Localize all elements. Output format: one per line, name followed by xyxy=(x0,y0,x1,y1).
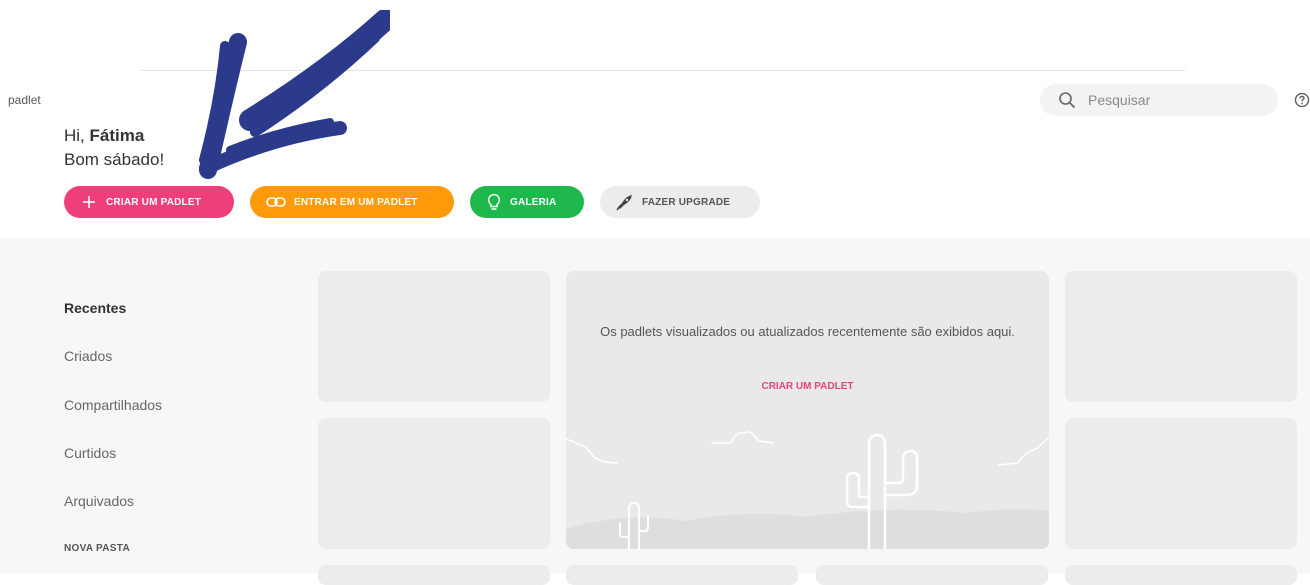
gallery-button[interactable]: GALERIA xyxy=(470,186,584,218)
help-icon[interactable] xyxy=(1294,92,1310,108)
rocket-icon xyxy=(616,195,632,211)
sidebar-item-recentes[interactable]: Recentes xyxy=(64,300,126,316)
link-icon xyxy=(266,197,286,207)
desert-illustration xyxy=(566,431,1049,549)
greeting-day: Bom sábado! xyxy=(64,150,165,169)
search-bar[interactable] xyxy=(1040,84,1278,116)
padlet-card-placeholder xyxy=(1065,565,1297,585)
sidebar-item-criados[interactable]: Criados xyxy=(64,348,112,364)
join-padlet-label: ENTRAR EM UM PADLET xyxy=(294,196,418,208)
padlet-logo[interactable]: padlet xyxy=(8,93,41,107)
search-input[interactable] xyxy=(1086,91,1270,109)
sidebar-item-arquivados[interactable]: Arquivados xyxy=(64,493,134,509)
upgrade-button[interactable]: FAZER UPGRADE xyxy=(600,186,760,218)
padlet-card-placeholder xyxy=(566,565,798,585)
create-padlet-button[interactable]: CRIAR UM PADLET xyxy=(64,186,234,218)
user-name: Fátima xyxy=(89,126,145,145)
plus-icon xyxy=(83,196,95,208)
padlet-card-placeholder xyxy=(1065,271,1297,402)
new-folder-button[interactable]: NOVA PASTA xyxy=(64,543,130,554)
empty-state-create-link[interactable]: CRIAR UM PADLET xyxy=(566,381,1049,392)
sidebar-item-compartilhados[interactable]: Compartilhados xyxy=(64,397,162,413)
lightbulb-icon xyxy=(487,193,501,210)
join-padlet-button[interactable]: ENTRAR EM UM PADLET xyxy=(250,186,454,218)
sidebar-item-curtidos[interactable]: Curtidos xyxy=(64,445,116,461)
upgrade-label: FAZER UPGRADE xyxy=(642,196,731,208)
greeting-hi: Hi, Fátima xyxy=(64,126,144,146)
padlet-card-placeholder xyxy=(318,271,550,402)
create-padlet-label: CRIAR UM PADLET xyxy=(106,196,202,208)
empty-state-card: Os padlets visualizados ou atualizados r… xyxy=(566,271,1049,549)
search-icon xyxy=(1059,92,1075,108)
empty-state-message: Os padlets visualizados ou atualizados r… xyxy=(600,324,1015,339)
padlet-card-placeholder xyxy=(318,565,550,585)
padlet-card-placeholder xyxy=(1065,418,1297,549)
padlet-card-placeholder xyxy=(318,418,550,549)
annotation-arrow-icon xyxy=(199,10,390,179)
greeting-hi-text: Hi, xyxy=(64,126,85,145)
gallery-label: GALERIA xyxy=(510,196,557,208)
padlet-card-placeholder xyxy=(816,565,1048,585)
